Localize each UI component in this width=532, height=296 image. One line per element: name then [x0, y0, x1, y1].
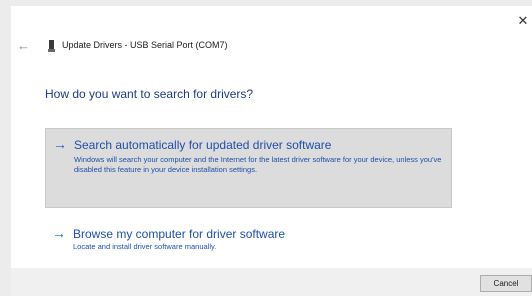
option-description: Locate and install driver software manua…: [73, 242, 217, 251]
back-arrow-icon[interactable]: ←: [17, 38, 30, 53]
search-automatically-option[interactable]: → Search automatically for updated drive…: [45, 128, 452, 208]
window-title: Update Drivers - USB Serial Port (COM7): [62, 40, 228, 50]
option-title: Browse my computer for driver software: [73, 227, 286, 241]
usb-device-icon: [48, 40, 55, 52]
arrow-right-icon: →: [53, 136, 67, 152]
option-title: Search automatically for updated driver …: [74, 138, 332, 152]
page-heading: How do you want to search for drivers?: [45, 87, 254, 101]
dialog-footer: Cancel: [11, 268, 532, 296]
close-button[interactable]: ✕: [514, 12, 532, 30]
cancel-button[interactable]: Cancel: [480, 275, 532, 292]
close-icon: ✕: [517, 13, 529, 28]
update-drivers-dialog: ✕ ← Update Drivers - USB Serial Port (CO…: [11, 6, 532, 296]
option-description: Windows will search your computer and th…: [74, 155, 442, 174]
browse-computer-option[interactable]: → Browse my computer for driver software…: [45, 220, 452, 260]
title-bar: ← Update Drivers - USB Serial Port (COM7…: [11, 36, 511, 56]
arrow-right-icon: →: [52, 225, 66, 241]
